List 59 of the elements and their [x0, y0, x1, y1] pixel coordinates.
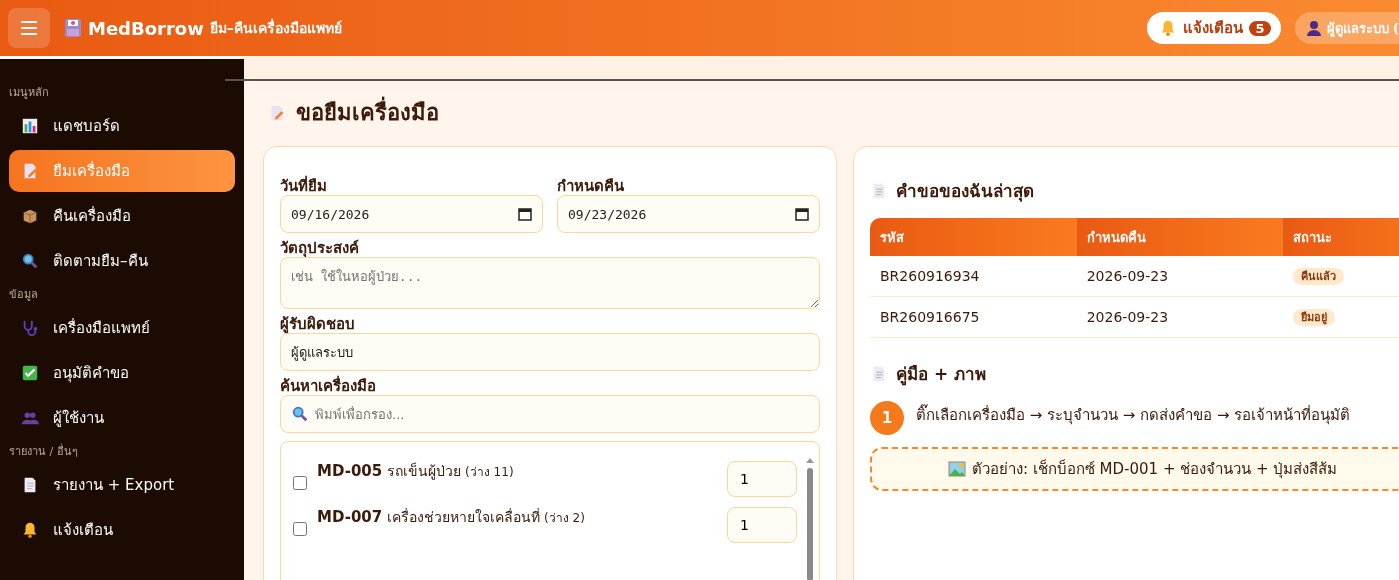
picture-icon: [948, 461, 966, 477]
brand-name: MedBorrow: [88, 17, 204, 39]
bell-icon: [21, 521, 39, 539]
notification-count: 5: [1249, 20, 1271, 36]
sidebar-item[interactable]: แจ้งเตือน: [9, 509, 235, 551]
field-label: วัตถุประสงค์: [280, 239, 360, 257]
example-caption: ตัวอย่าง: เช็กบ็อกซ์ MD-001 + ช่องจำนวน + ปุ่มส่งสีส้ม: [972, 458, 1338, 481]
calendar-icon[interactable]: [795, 207, 809, 221]
column-header: กำหนดคืน: [1076, 218, 1284, 256]
field-label: ผู้รับผิดชอบ: [280, 315, 356, 333]
field-label: วันที่ยืม: [280, 177, 328, 195]
menu-button[interactable]: [8, 8, 50, 48]
purpose-field[interactable]: เช่น ใช้ในหอผู้ป่วย...: [280, 257, 820, 309]
responsible-field[interactable]: ผู้ดูแลระบบ: [280, 333, 820, 371]
sidebar-section-heading: รายงาน / อื่นๆ: [9, 442, 79, 460]
calendar-icon[interactable]: [518, 207, 532, 221]
search-icon: [21, 252, 39, 270]
notifications-button[interactable]: แจ้งเตือน 5: [1147, 12, 1281, 44]
quantity-field[interactable]: 1: [727, 507, 797, 543]
equipment-checkbox[interactable]: [293, 522, 307, 536]
sidebar-item[interactable]: รายงาน + Export: [9, 464, 235, 506]
search-field[interactable]: พิมพ์เพื่อกรอง...: [280, 395, 820, 433]
table-cell: 2026-09-23: [1076, 296, 1284, 338]
app-subtitle: ยืม–คืนเครื่องมือแพทย์: [209, 17, 342, 38]
table-cell: BR260916934: [870, 256, 1077, 297]
sidebar-section-heading: เมนูหลัก: [9, 85, 50, 101]
sidebar-section-heading: ข้อมูล: [9, 287, 39, 303]
sidebar-item[interactable]: ผู้ใช้งาน: [9, 397, 235, 439]
table-cell: BR260916675: [870, 296, 1077, 338]
step-text: ติ๊กเลือกเครื่องมือ → ระบุจำนวน → กดส่งคำขอ → รอเจ้าหน้าที่อนุมัติ: [916, 403, 1351, 427]
status-badge: คืนแล้ว: [1293, 268, 1345, 285]
scrollbar[interactable]: [805, 456, 815, 580]
field-label: กำหนดคืน: [557, 177, 625, 195]
equipment-checkbox[interactable]: [293, 476, 307, 490]
sidebar-item[interactable]: ติดตามยืม–คืน: [9, 240, 235, 282]
sidebar-item[interactable]: อนุมัติคำขอ: [9, 352, 235, 394]
equipment-label: MD-007 เครื่องช่วยหายใจเคลื่อนที่ (ว่าง 2): [317, 507, 586, 528]
package-icon: [21, 207, 39, 225]
sidebar-item[interactable]: คืนเครื่องมือ: [9, 195, 235, 237]
date-field[interactable]: 09/23/2026: [557, 195, 820, 233]
section-title: คู่มือ + ภาพ: [896, 363, 987, 387]
equipment-label: MD-005 รถเข็นผู้ป่วย (ว่าง 11): [317, 461, 515, 482]
quantity-field[interactable]: 1: [727, 461, 797, 497]
menu-icon: [20, 21, 38, 35]
column-header: รหัส: [870, 218, 1077, 256]
sidebar-item[interactable]: แดชบอร์ด: [9, 105, 235, 147]
sidebar-item[interactable]: เครื่องมือแพทย์: [9, 307, 235, 349]
section-title: คำขอของฉันล่าสุด: [896, 180, 1034, 204]
page-title: ขอยืมเครื่องมือ: [296, 95, 439, 130]
bar-chart-icon: [21, 117, 39, 135]
check-icon: [21, 364, 39, 382]
date-field[interactable]: 09/16/2026: [280, 195, 543, 233]
column-header: สถานะ: [1283, 218, 1399, 256]
status-badge: ยืมอยู่: [1293, 309, 1336, 326]
stethoscope-icon: [21, 319, 39, 337]
table-cell: 2026-09-23: [1076, 256, 1284, 297]
person-icon: [1306, 20, 1321, 36]
field-label: ค้นหาเครื่องมือ: [280, 377, 377, 395]
step-number: 1: [870, 401, 904, 435]
